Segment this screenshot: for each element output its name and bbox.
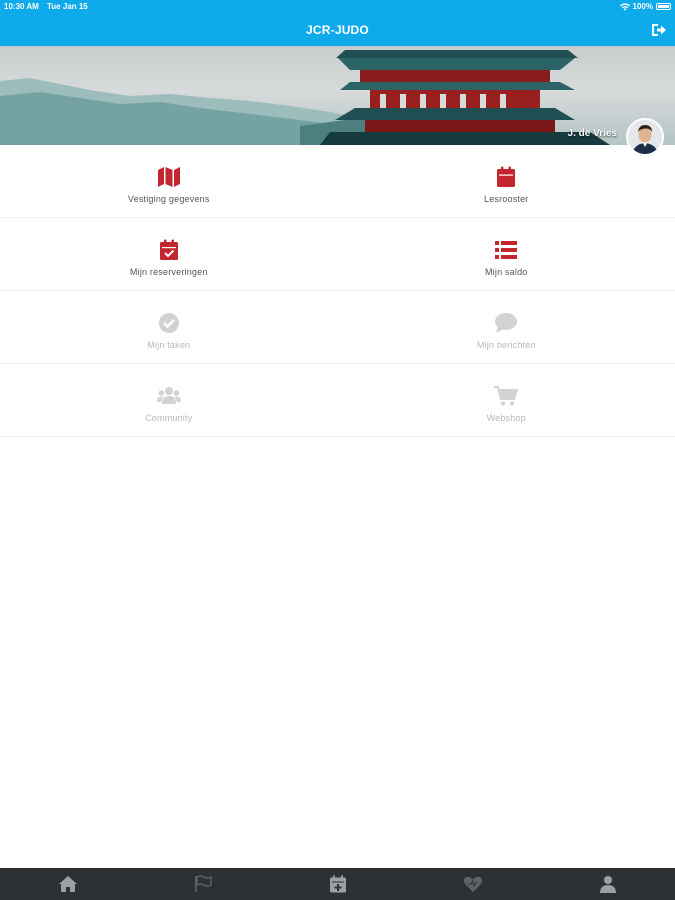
calendar-plus-icon	[329, 875, 346, 893]
user-photo	[628, 120, 662, 154]
heart-icon	[463, 876, 482, 892]
avatar[interactable]	[626, 118, 664, 156]
calendar-icon	[497, 166, 516, 187]
list-icon	[495, 241, 518, 259]
menu-item-mijn-reserveringen[interactable]: Mijn reserveringen	[0, 218, 338, 290]
tab-home[interactable]	[0, 868, 135, 900]
sign-out-icon[interactable]	[651, 23, 667, 37]
menu-item-mijn-berichten[interactable]: Mijn berichten	[338, 291, 675, 363]
users-icon	[156, 387, 181, 404]
menu-item-lesrooster[interactable]: Lesrooster	[338, 145, 675, 217]
menu-row: Community Webshop	[0, 364, 675, 437]
cart-icon	[494, 386, 519, 406]
tab-favorites[interactable]	[405, 868, 540, 900]
menu-item-vestiging-gegevens[interactable]: Vestiging gegevens	[0, 145, 338, 217]
nav-bar: JCR-JUDO	[0, 14, 675, 46]
map-icon	[157, 167, 180, 187]
header-banner: J. de Vries	[0, 46, 675, 145]
tab-profile[interactable]	[540, 868, 675, 900]
menu-label: Mijn berichten	[476, 340, 536, 350]
battery-percentage: 100%	[632, 2, 653, 11]
status-date: Tue Jan 15	[47, 2, 88, 11]
menu-label: Lesrooster	[483, 194, 529, 204]
menu-label: Mijn saldo	[484, 267, 528, 277]
menu-label: Vestiging gegevens	[127, 194, 210, 204]
comment-icon	[495, 313, 518, 333]
user-name: J. de Vries	[567, 128, 617, 139]
calendar-check-icon	[159, 239, 178, 260]
menu-label: Webshop	[486, 413, 526, 423]
menu-label: Community	[145, 413, 193, 423]
menu-row: Mijn reserveringen Mijn saldo	[0, 218, 675, 291]
status-time: 10:30 AM	[4, 2, 39, 11]
tab-flag[interactable]	[135, 868, 270, 900]
menu-label: Mijn reserveringen	[129, 267, 208, 277]
app-title: JCR-JUDO	[306, 23, 369, 37]
menu-item-community[interactable]: Community	[0, 364, 338, 436]
menu-row: Vestiging gegevens Lesrooster	[0, 145, 675, 218]
status-bar: 10:30 AM Tue Jan 15 100%	[0, 0, 675, 14]
menu-item-webshop[interactable]: Webshop	[338, 364, 675, 436]
wifi-icon	[619, 2, 630, 10]
check-circle-icon	[158, 313, 179, 333]
battery-icon	[656, 3, 671, 10]
user-icon	[599, 876, 616, 893]
menu-item-mijn-taken[interactable]: Mijn taken	[0, 291, 338, 363]
flag-icon	[194, 875, 212, 892]
menu-label: Mijn taken	[147, 340, 191, 350]
menu-grid: Vestiging gegevens Lesrooster Mijn reser…	[0, 145, 675, 437]
menu-row: Mijn taken Mijn berichten	[0, 291, 675, 364]
bottom-tab-bar	[0, 868, 675, 900]
status-indicators: 100%	[619, 2, 671, 11]
home-icon	[58, 876, 77, 892]
menu-item-mijn-saldo[interactable]: Mijn saldo	[338, 218, 675, 290]
tab-calendar-plus[interactable]	[270, 868, 405, 900]
